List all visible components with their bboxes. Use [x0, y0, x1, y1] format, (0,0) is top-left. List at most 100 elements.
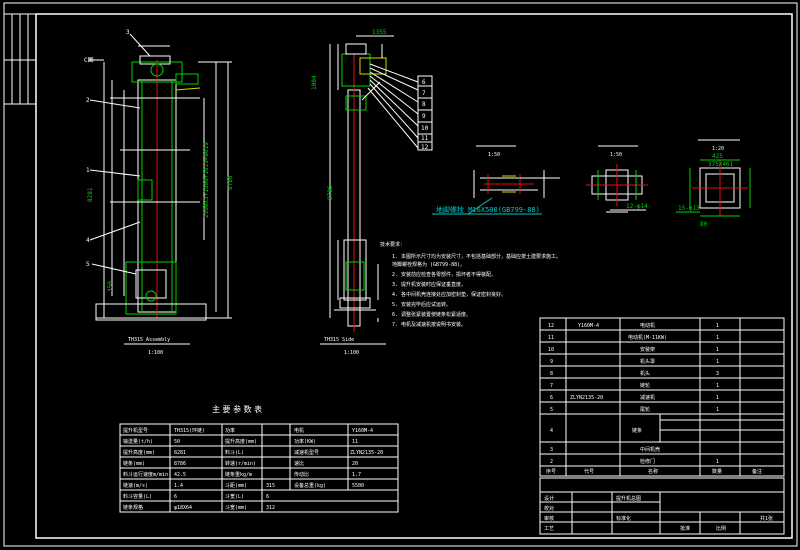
svg-text:Y160M-4: Y160M-4 [352, 428, 373, 434]
svg-text:设计: 设计 [544, 495, 554, 502]
svg-text:1: 1 [716, 383, 719, 389]
svg-text:技术要求：: 技术要求： [380, 241, 405, 248]
svg-text:比例: 比例 [716, 525, 726, 532]
svg-text:功率: 功率 [225, 427, 235, 434]
svg-text:8786: 8786 [327, 185, 334, 200]
svg-text:1. 本图所示尺寸均为安装尺寸，不包括基础部分，基础应按土建: 1. 本图所示尺寸均为安装尺寸，不包括基础部分，基础应按土建要求施工。 [392, 253, 561, 260]
svg-text:1: 1 [716, 347, 719, 353]
svg-text:速比: 速比 [294, 460, 304, 467]
svg-text:7. 电机及减速机按说明书安装。: 7. 电机及减速机按说明书安装。 [392, 321, 466, 328]
detail-view-2: 1:50 12-φ14 [586, 145, 648, 213]
svg-text:传动比: 传动比 [294, 471, 309, 478]
svg-text:中间机壳: 中间机壳 [640, 446, 660, 453]
svg-text:链轮: 链轮 [640, 382, 650, 389]
svg-text:检修门: 检修门 [640, 458, 655, 465]
detail-view-3: 1:20 425 375X461 15-φ13 80 [676, 139, 751, 228]
svg-text:机头: 机头 [640, 370, 650, 377]
svg-text:安装架: 安装架 [640, 346, 655, 353]
svg-text:1.7: 1.7 [352, 472, 361, 478]
detail-view-1: 1:50 [473, 145, 560, 198]
svg-text:425: 425 [712, 153, 723, 160]
svg-text:斗宽(L): 斗宽(L) [225, 493, 244, 500]
svg-text:共1张: 共1张 [760, 515, 773, 522]
callout-1: 1 [86, 167, 90, 174]
svg-text:6: 6 [550, 395, 553, 401]
svg-text:4. 各中间机壳连接处应加密封垫，保证密封良好。: 4. 各中间机壳连接处应加密封垫，保证密封良好。 [392, 291, 506, 298]
svg-text:TH315(环链): TH315(环链) [174, 427, 205, 434]
svg-text:电动机(M-11KW): 电动机(M-11KW) [628, 334, 667, 341]
svg-text:3. 提升机安装时应保证垂直度。: 3. 提升机安装时应保证垂直度。 [392, 281, 466, 288]
svg-text:5500: 5500 [352, 483, 364, 489]
svg-text:8786: 8786 [174, 461, 186, 467]
main-view-label: TH315 Assembly [128, 337, 170, 343]
svg-text:功率(KW): 功率(KW) [294, 438, 316, 445]
svg-text:8281: 8281 [174, 450, 186, 456]
svg-text:5: 5 [550, 407, 553, 413]
callout-5: 5 [86, 261, 90, 268]
svg-text:提升机总图: 提升机总图 [616, 495, 641, 502]
title-block-cells: 设计 校对 审核 工艺 提升机总图 标准化 批准 比例 共1张 [544, 495, 773, 532]
callout-12: 12 [421, 144, 429, 151]
technical-notes: 技术要求： 1. 本图所示尺寸均为安装尺寸，不包括基础部分，基础应按土建要求施工… [380, 241, 561, 328]
svg-text:312: 312 [266, 505, 275, 511]
main-view-scale: 1:100 [148, 350, 163, 356]
svg-text:减速机: 减速机 [640, 394, 655, 401]
svg-text:6. 调整张紧装置使链条松紧适度。: 6. 调整张紧装置使链条松紧适度。 [392, 311, 471, 318]
svg-text:1: 1 [716, 459, 719, 465]
svg-text:电动机: 电动机 [640, 322, 655, 329]
svg-text:6: 6 [266, 494, 269, 500]
callout-2: 2 [86, 97, 90, 104]
svg-text:1:50: 1:50 [488, 152, 500, 158]
svg-text:350: 350 [107, 281, 114, 292]
callout-4: 4 [86, 237, 90, 244]
svg-text:转速(r/min): 转速(r/min) [225, 460, 256, 467]
svg-text:链条: 链条 [632, 427, 642, 434]
svg-text:375X461: 375X461 [708, 161, 734, 168]
side-view-scale: 1:100 [344, 350, 359, 356]
svg-text:12-φ14: 12-φ14 [626, 203, 648, 210]
svg-text:工艺: 工艺 [544, 526, 554, 532]
svg-text:315: 315 [266, 483, 275, 489]
svg-text:输送量(t/h): 输送量(t/h) [123, 438, 153, 445]
svg-text:审核: 审核 [544, 515, 554, 522]
callout-6: 6 [422, 79, 426, 86]
svg-text:11: 11 [352, 439, 358, 445]
svg-text:ZLYN2135-20: ZLYN2135-20 [350, 450, 383, 456]
svg-text:校对: 校对 [544, 505, 554, 512]
svg-text:5. 安装完毕后应试运转。: 5. 安装完毕后应试运转。 [392, 301, 451, 308]
svg-text:42.5: 42.5 [174, 472, 186, 478]
svg-text:φ18X64: φ18X64 [174, 505, 192, 511]
svg-text:链速(m/s): 链速(m/s) [123, 482, 148, 489]
svg-text:1: 1 [716, 335, 719, 341]
svg-text:8786: 8786 [227, 175, 234, 190]
svg-text:标准化: 标准化 [616, 515, 631, 522]
svg-text:斗距(mm): 斗距(mm) [225, 483, 247, 489]
svg-text:3: 3 [550, 447, 553, 453]
callout-7: 7 [422, 90, 426, 97]
title-block [539, 477, 785, 535]
svg-text:提升高度(mm): 提升高度(mm) [225, 438, 257, 445]
svg-text:3: 3 [716, 371, 719, 377]
svg-text:8: 8 [550, 371, 553, 377]
svg-text:料斗容量(L): 料斗容量(L) [123, 493, 152, 500]
svg-text:15-φ13: 15-φ13 [678, 205, 700, 212]
svg-text:20: 20 [352, 461, 358, 467]
svg-text:50: 50 [174, 439, 180, 445]
callout-10: 10 [421, 125, 429, 132]
callout-9: 9 [422, 113, 426, 120]
svg-text:批准: 批准 [680, 525, 690, 532]
bom-cells: 12 Y160M-4 电动机 1 11 电动机(M-11KW) 1 10 安装架… [546, 322, 762, 475]
svg-text:地脚螺栓规格为 (GB799-88)。: 地脚螺栓规格为 (GB799-88)。 [392, 261, 465, 268]
svg-text:1:20: 1:20 [712, 146, 724, 152]
svg-text:备注: 备注 [752, 468, 762, 475]
svg-text:1: 1 [716, 359, 719, 365]
svg-text:提升机型号: 提升机型号 [123, 427, 148, 434]
svg-text:ZLYN2135-20: ZLYN2135-20 [570, 395, 603, 401]
svg-text:料斗运行速度m/min: 料斗运行速度m/min [123, 471, 168, 478]
svg-text:尾轮: 尾轮 [640, 406, 650, 413]
svg-text:1: 1 [716, 407, 719, 413]
callout-3: 3 [126, 29, 130, 36]
cad-drawing-canvas: 8281 2500X3+1500+1019=8019 8786 350 3 2 … [3, 2, 798, 547]
svg-text:80: 80 [700, 221, 708, 228]
svg-text:序号: 序号 [546, 468, 556, 475]
